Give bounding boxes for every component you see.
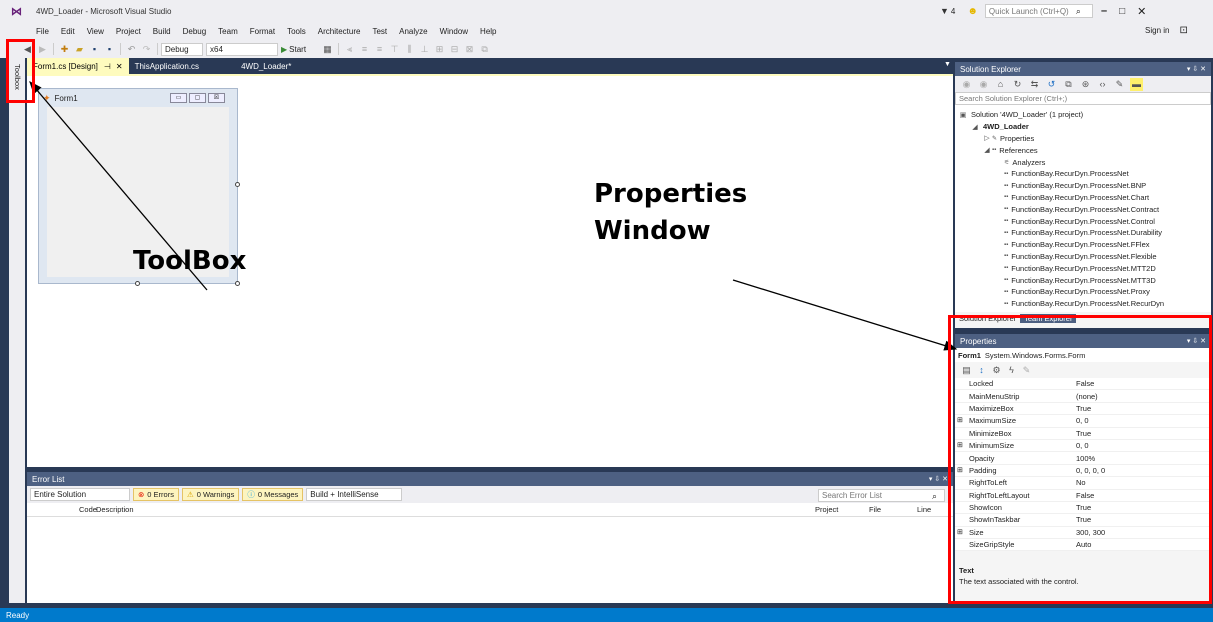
properties-highlight-box [948, 315, 1212, 604]
toolbox-highlight-box [6, 39, 35, 103]
toolbox-annotation: ToolBox [133, 246, 247, 276]
properties-annotation-line1: Properties [594, 179, 748, 209]
properties-annotation-line2: Window [594, 216, 711, 246]
properties-arrow [732, 279, 958, 351]
